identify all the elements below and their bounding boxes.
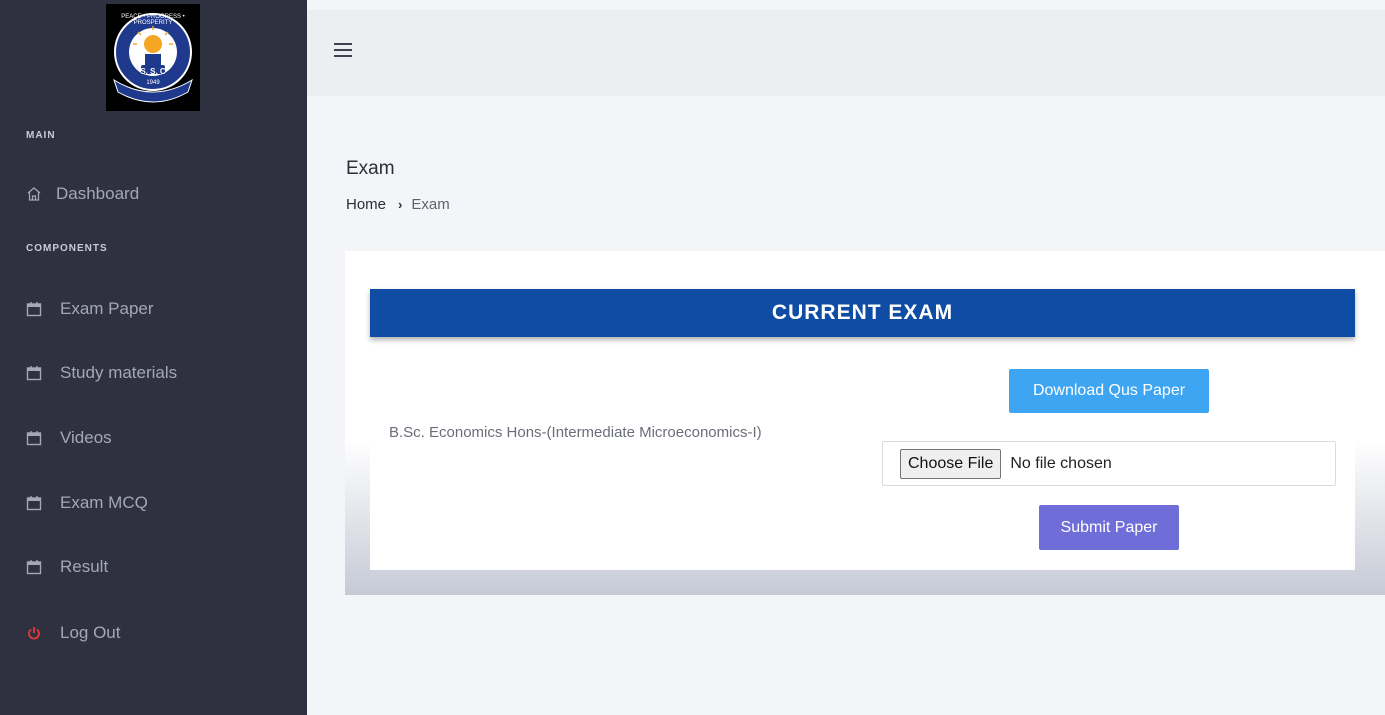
logo-initials: S. S. C (140, 67, 166, 76)
sidebar-item-label: Videos (60, 428, 112, 447)
power-icon (26, 625, 42, 641)
logo-motto: PEACE • PROGRESS • PROSPERITY (121, 14, 185, 26)
sidebar-item-log-out[interactable]: Log Out (26, 618, 121, 648)
calendar-icon (26, 301, 42, 317)
calendar-icon (26, 365, 42, 381)
calendar-icon (26, 559, 42, 575)
exam-course-title: B.Sc. Economics Hons-(Intermediate Micro… (389, 424, 762, 441)
calendar-icon (26, 430, 42, 446)
sidebar-item-label: Exam MCQ (60, 493, 148, 512)
breadcrumb-home[interactable]: Home (346, 196, 386, 213)
file-upload-field: Choose File No file chosen (882, 441, 1336, 486)
section-label-main: MAIN (26, 130, 56, 141)
submit-paper-button[interactable]: Submit Paper (1039, 505, 1179, 550)
choose-file-button[interactable]: Choose File (900, 448, 1002, 479)
logo-year: 1949 (146, 80, 160, 86)
sidebar-item-study-materials[interactable]: Study materials (26, 358, 177, 388)
menu-icon[interactable] (334, 43, 352, 57)
breadcrumb-current: Exam (411, 196, 450, 213)
sidebar-item-label: Exam Paper (60, 299, 154, 318)
breadcrumb: Home › Exam (346, 196, 450, 213)
file-status: No file chosen (1010, 454, 1112, 472)
sidebar-item-dashboard[interactable]: Dashboard (26, 179, 139, 209)
section-label-components: COMPONENTS (26, 243, 108, 254)
page-title: Exam (346, 158, 395, 179)
sidebar-item-label: Log Out (60, 623, 121, 642)
sidebar-item-label: Dashboard (56, 184, 140, 203)
sidebar: PEACE • PROGRESS • PROSPERITY S. S. C 19… (0, 0, 307, 715)
exam-header: CURRENT EXAM (370, 289, 1355, 337)
sidebar-item-label: Result (60, 557, 109, 576)
sidebar-item-videos[interactable]: Videos (26, 423, 112, 453)
sidebar-item-label: Study materials (60, 363, 178, 382)
home-icon (26, 186, 42, 202)
sidebar-item-result[interactable]: Result (26, 552, 108, 582)
sidebar-item-exam-paper[interactable]: Exam Paper (26, 294, 154, 324)
calendar-icon (26, 495, 42, 511)
chevron-right-icon: › (398, 197, 403, 212)
download-question-paper-button[interactable]: Download Qus Paper (1009, 369, 1209, 413)
top-bar (307, 10, 1385, 96)
sidebar-item-exam-mcq[interactable]: Exam MCQ (26, 488, 148, 518)
